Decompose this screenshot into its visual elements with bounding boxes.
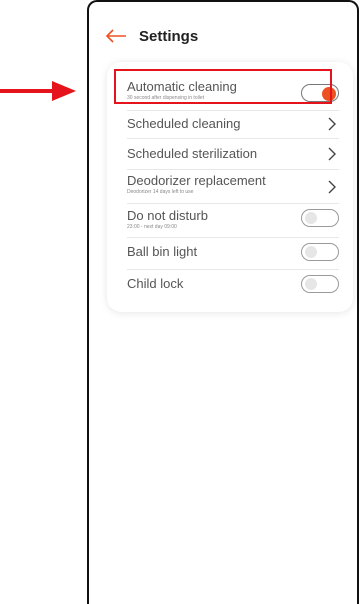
divider (127, 169, 339, 170)
setting-row-scheduled-sterilization[interactable]: Scheduled sterilization (127, 146, 339, 166)
highlight-box (114, 69, 332, 104)
toggle-knob (305, 212, 317, 224)
divider (127, 237, 339, 238)
annotation-arrow-icon (0, 81, 76, 101)
chevron-right-icon (328, 117, 336, 131)
setting-label: Deodorizer replacement (127, 173, 266, 188)
toggle-knob (305, 278, 317, 290)
setting-row-ball-bin-light: Ball bin light (127, 243, 339, 264)
page-title: Settings (139, 27, 199, 45)
setting-row-do-not-disturb: Do not disturb 23:00 - next day 09:00 (127, 208, 339, 236)
divider (127, 203, 339, 204)
setting-row-child-lock: Child lock (127, 275, 339, 296)
ball-bin-light-toggle[interactable] (301, 243, 339, 261)
divider (127, 110, 339, 111)
divider (127, 138, 339, 139)
setting-sublabel: Deodorizer 14 days left to use (127, 189, 194, 195)
child-lock-toggle[interactable] (301, 275, 339, 293)
setting-row-scheduled-cleaning[interactable]: Scheduled cleaning (127, 116, 339, 136)
toggle-knob (305, 246, 317, 258)
back-button[interactable] (105, 24, 131, 48)
arrow-left-icon (105, 29, 126, 43)
do-not-disturb-toggle[interactable] (301, 209, 339, 227)
chevron-right-icon (328, 180, 336, 194)
setting-row-deodorizer-replacement[interactable]: Deodorizer replacement Deodorizer 14 day… (127, 173, 339, 201)
header: Settings (105, 24, 198, 48)
chevron-right-icon (328, 147, 336, 161)
setting-label: Scheduled sterilization (127, 146, 258, 161)
setting-label: Scheduled cleaning (127, 116, 241, 131)
divider (127, 269, 339, 270)
